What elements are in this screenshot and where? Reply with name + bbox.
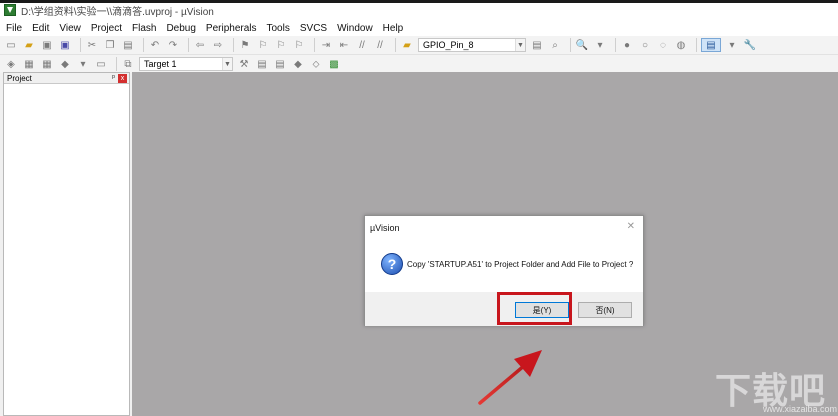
comment-icon[interactable]: //	[355, 38, 369, 52]
dialog-title: µVision	[370, 223, 400, 233]
configuration-wrench-icon[interactable]: 🔧	[743, 38, 757, 52]
run-time-environment-icon[interactable]: ▩	[327, 57, 341, 71]
redo-icon[interactable]: ↷	[166, 38, 180, 52]
nav-back-icon[interactable]: ⇦	[193, 38, 207, 52]
toolbar-separator	[314, 38, 315, 52]
main-toolbar: ▭ ▰ ▣ ▣ ✂ ❐ ▤ ↶ ↷ ⇦ ⇨ ⚑ ⚐ ⚐ ⚐ ⇥ ⇤ // // …	[0, 36, 838, 55]
nav-forward-icon[interactable]: ⇨	[211, 38, 225, 52]
build-toolbar: ◈ ▦ ▦ ◆ ▾ ▭ ⧉ Target 1 ▼ ⚒ ▤ ▤ ◆ ⬦ ▩	[0, 55, 838, 73]
breakpoint-kill-icon[interactable]: ◍	[674, 38, 688, 52]
dialog-message: Copy 'STARTUP.A51' to Project Folder and…	[407, 260, 634, 269]
unindent-icon[interactable]: ⇤	[337, 38, 351, 52]
annotation-arrow	[478, 350, 542, 405]
pin-icon[interactable]: ᵖ	[112, 73, 115, 82]
breakpoint-disable-icon[interactable]: ○	[638, 38, 652, 52]
no-button[interactable]: 否(N)	[578, 302, 632, 318]
manage-components-icon[interactable]: ▤	[273, 57, 287, 71]
batch-build-icon[interactable]: ◆	[58, 57, 72, 71]
toolbar-separator	[395, 38, 396, 52]
copy-icon[interactable]: ❐	[103, 38, 117, 52]
find-icon[interactable]: ▤	[530, 38, 544, 52]
indent-icon[interactable]: ⇥	[319, 38, 333, 52]
bookmark-clear-icon[interactable]: ⚐	[292, 38, 306, 52]
menu-edit[interactable]: Edit	[32, 23, 49, 34]
toolbar-separator	[570, 38, 571, 52]
bookmark-icon[interactable]: ⚑	[238, 38, 252, 52]
rebuild-icon[interactable]: ▦	[40, 57, 54, 71]
target-options-icon[interactable]: ⚒	[237, 57, 251, 71]
toolbar-separator	[143, 38, 144, 52]
toolbar-separator	[116, 57, 117, 71]
project-panel: Project ᵖ x	[3, 72, 130, 416]
bookmark-next-icon[interactable]: ⚐	[274, 38, 288, 52]
toolbar-separator	[188, 38, 189, 52]
toolbar-separator	[80, 38, 81, 52]
watermark-url: www.xiazaiba.com	[763, 404, 838, 414]
open-folder-icon[interactable]: ▰	[22, 38, 36, 52]
menu-peripherals[interactable]: Peripherals	[206, 23, 257, 34]
chevron-down-icon[interactable]: ▾	[725, 38, 739, 52]
project-panel-header: Project ᵖ x	[4, 73, 129, 84]
menu-svcs[interactable]: SVCS	[300, 23, 327, 34]
close-icon[interactable]: x	[118, 74, 127, 83]
undo-icon[interactable]: ↶	[148, 38, 162, 52]
top-border	[0, 0, 838, 3]
save-icon[interactable]: ▣	[40, 38, 54, 52]
toolbar-separator	[233, 38, 234, 52]
file-extensions-icon[interactable]: ▤	[255, 57, 269, 71]
arrow-shaft	[478, 363, 527, 405]
breakpoint-icon[interactable]: ●	[620, 38, 634, 52]
target-combo-value: Target 1	[144, 59, 177, 69]
incremental-find-icon[interactable]: ⌕	[548, 38, 562, 52]
pack-installer-icon[interactable]: ⬦	[309, 57, 323, 71]
stop-build-icon[interactable]: ⧉	[121, 57, 135, 71]
menu-project[interactable]: Project	[91, 23, 122, 34]
save-all-icon[interactable]: ▣	[58, 38, 72, 52]
target-combo[interactable]: Target 1 ▼	[139, 57, 233, 71]
window-title: D:\学组资料\实验一\\滴滴答.uvproj - µVision	[21, 6, 214, 18]
menu-bar: File Edit View Project Flash Debug Perip…	[0, 20, 838, 36]
title-bar: D:\学组资料\实验一\\滴滴答.uvproj - µVision	[0, 0, 838, 20]
copy-file-dialog: µVision ✕ ? Copy 'STARTUP.A51' to Projec…	[364, 215, 644, 326]
menu-flash[interactable]: Flash	[132, 23, 156, 34]
window-layout-icon[interactable]: ▤	[701, 38, 721, 52]
build-icon[interactable]: ▦	[22, 57, 36, 71]
watermark: 下载吧 www.xiazaiba.com	[708, 360, 838, 416]
toolbar-separator	[696, 38, 697, 52]
project-panel-title: Project	[7, 73, 32, 83]
bookmark-prev-icon[interactable]: ⚐	[256, 38, 270, 52]
yes-button[interactable]: 是(Y)	[515, 302, 569, 318]
menu-help[interactable]: Help	[383, 23, 404, 34]
find-combo-value: GPIO_Pin_8	[423, 40, 474, 50]
chevron-down-icon[interactable]: ▼	[222, 58, 232, 70]
toolbar-separator	[615, 38, 616, 52]
menu-file[interactable]: File	[6, 23, 22, 34]
chevron-down-icon[interactable]: ▾	[593, 38, 607, 52]
menu-window[interactable]: Window	[337, 23, 373, 34]
find-in-files-icon[interactable]: ▰	[400, 38, 414, 52]
translate-icon[interactable]: ◈	[4, 57, 18, 71]
menu-view[interactable]: View	[59, 23, 81, 34]
select-device-icon[interactable]: ◆	[291, 57, 305, 71]
menu-debug[interactable]: Debug	[166, 23, 195, 34]
find-combo[interactable]: GPIO_Pin_8 ▼	[418, 38, 526, 52]
paste-icon[interactable]: ▤	[121, 38, 135, 52]
question-icon: ?	[381, 253, 403, 275]
chevron-down-icon[interactable]: ▾	[76, 57, 90, 71]
cut-icon[interactable]: ✂	[85, 38, 99, 52]
debug-session-icon[interactable]: 🔍	[575, 38, 589, 52]
menu-tools[interactable]: Tools	[267, 23, 290, 34]
breakpoint-clear-icon[interactable]: ◌	[656, 38, 670, 52]
download-icon[interactable]: ▭	[94, 57, 108, 71]
chevron-down-icon[interactable]: ▼	[515, 39, 525, 51]
uvision-app-icon	[4, 4, 16, 16]
uncomment-icon[interactable]: //	[373, 38, 387, 52]
new-file-icon[interactable]: ▭	[4, 38, 18, 52]
close-icon[interactable]: ✕	[627, 221, 635, 232]
